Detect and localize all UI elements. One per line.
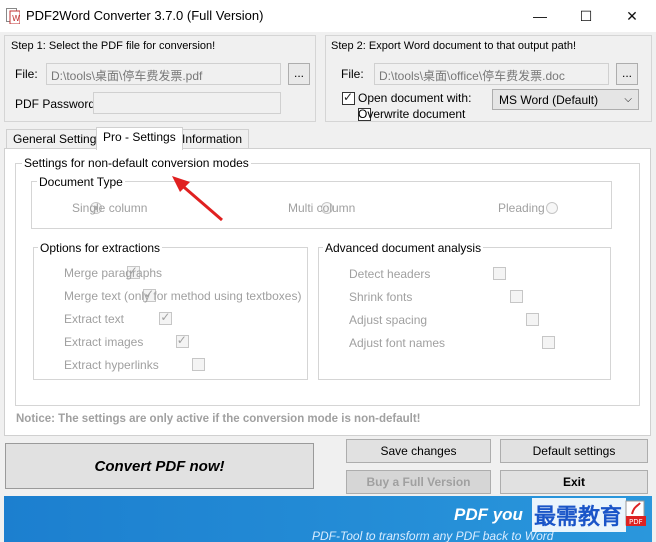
extract-text-checkbox[interactable] [159,310,173,325]
pdf-document-icon: PDF [625,500,646,526]
adjust-font-names-checkbox[interactable] [542,336,556,349]
banner-tagline: PDF-Tool to transform any PDF back to Wo… [312,529,554,542]
detect-headers-checkbox[interactable] [493,267,507,280]
pdf-password-label: PDF Password: [15,97,99,111]
save-changes-button[interactable]: Save changes [346,439,491,463]
tab-information[interactable]: Information [175,129,250,149]
tab-general-settings[interactable]: General Settings [6,129,110,149]
window-title: PDF2Word Converter 3.7.0 (Full Version) [26,8,264,23]
maximize-button[interactable]: ☐ [563,0,609,32]
extractions-title: Options for extractions [38,241,163,255]
watermark-text: 最需教育 [534,505,623,530]
promo-banner[interactable]: PDF you PDF-Tool to transform any PDF ba… [4,496,652,542]
adjust-spacing-label: Adjust spacing [349,313,428,327]
adjust-font-names-label: Adjust font names [349,336,446,350]
word-app-select[interactable]: MS Word (Default) ⌵ [492,89,639,110]
buy-full-version-button[interactable]: Buy a Full Version [346,470,491,494]
pdf-browse-button[interactable]: ... [288,63,310,85]
convert-button[interactable]: Convert PDF now! [5,443,314,489]
open-document-checkbox[interactable] [342,90,355,105]
svg-text:W: W [12,14,20,23]
merge-paragraphs-label: Merge paragraphs [64,266,163,280]
word-app-select-value: MS Word (Default) [499,92,599,107]
pdf-file-input[interactable]: D:\tools\桌面\停车费发票.pdf [46,63,281,85]
single-column-label: Single column [72,201,148,215]
detect-headers-label: Detect headers [349,267,431,281]
word-browse-button[interactable]: ... [616,63,638,85]
chevron-down-icon: ⌵ [624,94,632,105]
banner-headline: PDF you [454,505,523,524]
pleading-label: Pleading [498,201,545,215]
open-document-label: Open document with: [358,91,472,105]
multi-column-label: Multi column [288,201,356,215]
step2-file-label: File: [341,67,364,81]
settings-group-title: Settings for non-default conversion mode… [22,156,251,170]
adjust-spacing-checkbox[interactable] [526,313,540,326]
tab-pro-settings[interactable]: Pro - Settings [96,127,183,150]
exit-button[interactable]: Exit [500,470,648,494]
extract-images-checkbox[interactable] [175,333,189,348]
app-icon: W [6,8,20,24]
merge-text-label: Merge text (only for method using textbo… [64,289,302,303]
analysis-title: Advanced document analysis [323,241,484,255]
step1-file-label: File: [15,67,38,81]
default-settings-button[interactable]: Default settings [500,439,648,463]
annotation-arrow-icon [172,176,223,222]
extract-images-label: Extract images [64,335,144,349]
overwrite-label: Overwrite document [358,107,466,121]
shrink-fonts-checkbox[interactable] [509,290,523,303]
document-type-title: Document Type [37,175,125,189]
step1-heading: Step 1: Select the PDF file for conversi… [11,40,216,52]
extract-hyperlinks-checkbox[interactable] [192,358,206,371]
extract-hyperlinks-label: Extract hyperlinks [64,358,159,372]
notice-text: Notice: The settings are only active if … [16,413,421,425]
pdf-password-input[interactable] [93,92,281,114]
svg-text:PDF: PDF [629,518,643,526]
shrink-fonts-label: Shrink fonts [349,290,413,304]
minimize-button[interactable]: — [517,0,563,32]
close-button[interactable]: ✕ [609,0,655,32]
extract-text-label: Extract text [64,312,125,326]
step2-heading: Step 2: Export Word document to that out… [331,40,577,52]
word-file-input[interactable]: D:\tools\桌面\office\停车费发票.doc [374,63,609,85]
